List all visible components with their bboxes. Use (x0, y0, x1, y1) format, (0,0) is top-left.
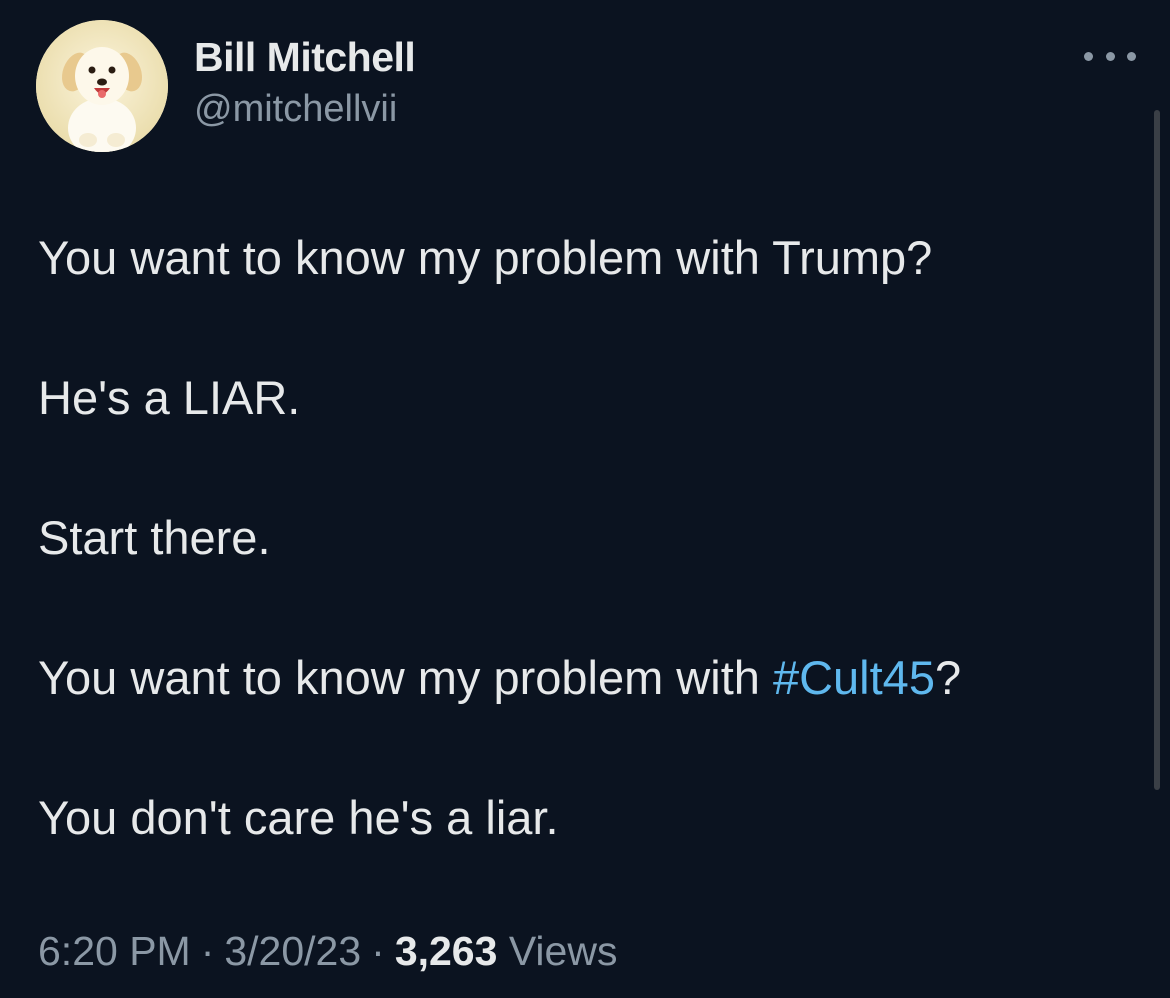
tweet-text-line: He's a LIAR. (38, 371, 301, 424)
ellipsis-icon (1084, 51, 1093, 61)
tweet-text-line: You want to know my problem with Trump? (38, 231, 933, 284)
tweet-text-line: You want to know my problem with #Cult45… (38, 650, 961, 705)
tweet-time[interactable]: 6:20 PM (38, 928, 191, 974)
tweet-metadata: 6:20 PM · 3/20/23 · 3,263 Views (38, 928, 617, 975)
tweet-text-line: You don't care he's a liar. (38, 791, 559, 844)
ellipsis-icon-dot (1105, 51, 1115, 61)
separator: · (371, 928, 385, 974)
tweet-text-segment: You want to know my problem with (38, 651, 773, 704)
separator: · (200, 928, 215, 974)
scrollbar[interactable] (1154, 110, 1160, 790)
user-handle[interactable]: @mitchellvii (194, 88, 397, 131)
display-name[interactable]: Bill Mitchell (194, 34, 416, 81)
ellipsis-icon-dot (1127, 51, 1136, 61)
hashtag-link[interactable]: #Cult45 (773, 651, 935, 704)
views-label: Views (508, 928, 618, 974)
puppy-avatar-icon (36, 20, 168, 152)
tweet: Bill Mitchell @mitchellvii You want to k… (0, 0, 1170, 998)
tweet-date[interactable]: 3/20/23 (224, 928, 361, 974)
views-count[interactable]: 3,263 (395, 928, 498, 974)
avatar[interactable] (36, 20, 168, 152)
tweet-text-line: Start there. (38, 511, 271, 564)
more-options-button[interactable] (1084, 40, 1136, 72)
tweet-text-segment: ? (934, 651, 962, 704)
